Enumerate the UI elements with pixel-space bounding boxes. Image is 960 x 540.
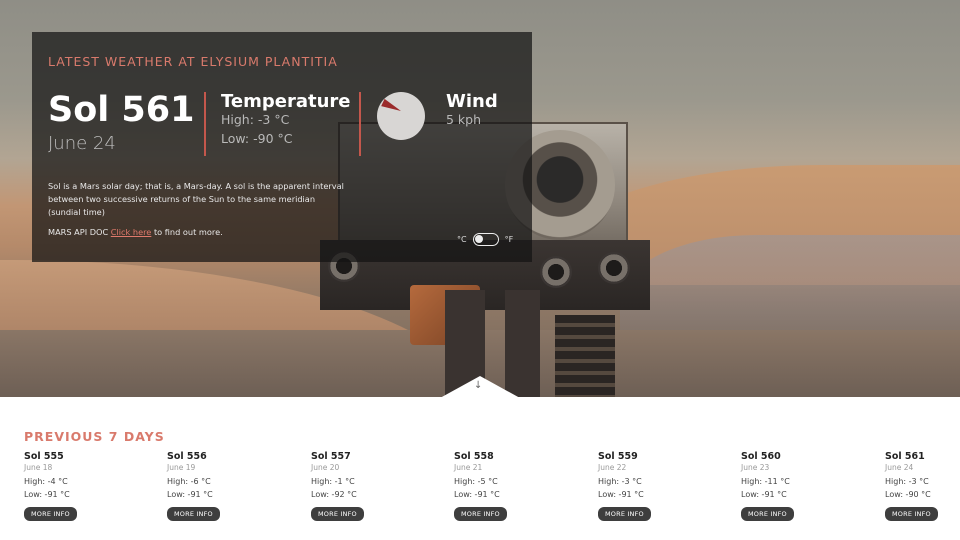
rover-wheel bbox=[555, 315, 615, 397]
background-ridge bbox=[620, 235, 960, 345]
unit-fahrenheit-label: °F bbox=[504, 235, 514, 244]
day-card: Sol 558 June 21 High: -5 °C Low: -91 °C … bbox=[454, 451, 574, 521]
wind-direction-dial-icon bbox=[377, 92, 425, 140]
day-high: High: -4 °C bbox=[24, 477, 68, 486]
current-sol: Sol 561 bbox=[48, 90, 195, 130]
wind-title: Wind bbox=[446, 91, 498, 112]
day-date: June 24 bbox=[885, 463, 914, 472]
unit-switch-knob bbox=[474, 235, 483, 243]
day-low: Low: -91 °C bbox=[454, 490, 500, 499]
api-doc-prefix: MARS API DOC bbox=[48, 227, 111, 237]
day-high: High: -3 °C bbox=[598, 477, 642, 486]
day-date: June 19 bbox=[167, 463, 196, 472]
day-date: June 23 bbox=[741, 463, 770, 472]
current-date: June 24 bbox=[48, 133, 116, 154]
day-date: June 22 bbox=[598, 463, 627, 472]
day-low: Low: -91 °C bbox=[741, 490, 787, 499]
day-low: Low: -92 °C bbox=[311, 490, 357, 499]
rover-leg bbox=[505, 290, 540, 397]
unit-toggle[interactable]: °C °F bbox=[457, 233, 513, 246]
day-high: High: -5 °C bbox=[454, 477, 498, 486]
day-card: Sol 557 June 20 High: -1 °C Low: -92 °C … bbox=[311, 451, 431, 521]
day-sol: Sol 557 bbox=[311, 451, 351, 462]
day-low: Low: -91 °C bbox=[598, 490, 644, 499]
day-card: Sol 561 June 24 High: -3 °C Low: -90 °C … bbox=[885, 451, 957, 521]
temperature-low: Low: -90 °C bbox=[221, 131, 293, 146]
day-low: Low: -91 °C bbox=[24, 490, 70, 499]
day-high: High: -6 °C bbox=[167, 477, 211, 486]
more-info-button[interactable]: MORE INFO bbox=[741, 507, 794, 521]
current-weather-card: LATEST WEATHER AT ELYSIUM PLANTITIA Sol … bbox=[32, 32, 532, 262]
card-heading: LATEST WEATHER AT ELYSIUM PLANTITIA bbox=[48, 54, 338, 69]
rover-lens bbox=[540, 256, 572, 288]
wind-arrow-icon bbox=[381, 98, 403, 115]
more-info-button[interactable]: MORE INFO bbox=[454, 507, 507, 521]
sol-description: Sol is a Mars solar day; that is, a Mars… bbox=[48, 181, 344, 217]
day-sol: Sol 558 bbox=[454, 451, 494, 462]
day-low: Low: -91 °C bbox=[167, 490, 213, 499]
day-low: Low: -90 °C bbox=[885, 490, 931, 499]
wind-speed: 5 kph bbox=[446, 112, 482, 127]
day-card: Sol 555 June 18 High: -4 °C Low: -91 °C … bbox=[24, 451, 144, 521]
more-info-button[interactable]: MORE INFO bbox=[24, 507, 77, 521]
day-card: Sol 556 June 19 High: -6 °C Low: -91 °C … bbox=[167, 451, 287, 521]
api-doc-suffix: to find out more. bbox=[151, 227, 223, 237]
day-sol: Sol 555 bbox=[24, 451, 64, 462]
day-sol: Sol 560 bbox=[741, 451, 781, 462]
day-high: High: -3 °C bbox=[885, 477, 929, 486]
more-info-button[interactable]: MORE INFO bbox=[885, 507, 938, 521]
arrow-down-icon: ↓ bbox=[474, 380, 483, 391]
day-sol: Sol 559 bbox=[598, 451, 638, 462]
divider bbox=[204, 92, 206, 156]
unit-switch[interactable] bbox=[472, 233, 499, 246]
day-high: High: -1 °C bbox=[311, 477, 355, 486]
divider bbox=[359, 92, 361, 156]
day-date: June 21 bbox=[454, 463, 483, 472]
day-card: Sol 559 June 22 High: -3 °C Low: -91 °C … bbox=[598, 451, 718, 521]
temperature-title: Temperature bbox=[221, 91, 351, 112]
previous-days-heading: PREVIOUS 7 DAYS bbox=[24, 429, 165, 444]
more-info-button[interactable]: MORE INFO bbox=[598, 507, 651, 521]
day-sol: Sol 556 bbox=[167, 451, 207, 462]
day-date: June 20 bbox=[311, 463, 340, 472]
day-date: June 18 bbox=[24, 463, 53, 472]
api-doc-line: MARS API DOC Click here to find out more… bbox=[48, 227, 223, 237]
more-info-button[interactable]: MORE INFO bbox=[167, 507, 220, 521]
unit-celsius-label: °C bbox=[457, 235, 467, 244]
day-sol: Sol 561 bbox=[885, 451, 925, 462]
rover-lens bbox=[598, 252, 630, 284]
temperature-high: High: -3 °C bbox=[221, 112, 290, 127]
more-info-button[interactable]: MORE INFO bbox=[311, 507, 364, 521]
api-doc-link[interactable]: Click here bbox=[111, 227, 152, 237]
day-card: Sol 560 June 23 High: -11 °C Low: -91 °C… bbox=[741, 451, 861, 521]
day-high: High: -11 °C bbox=[741, 477, 790, 486]
